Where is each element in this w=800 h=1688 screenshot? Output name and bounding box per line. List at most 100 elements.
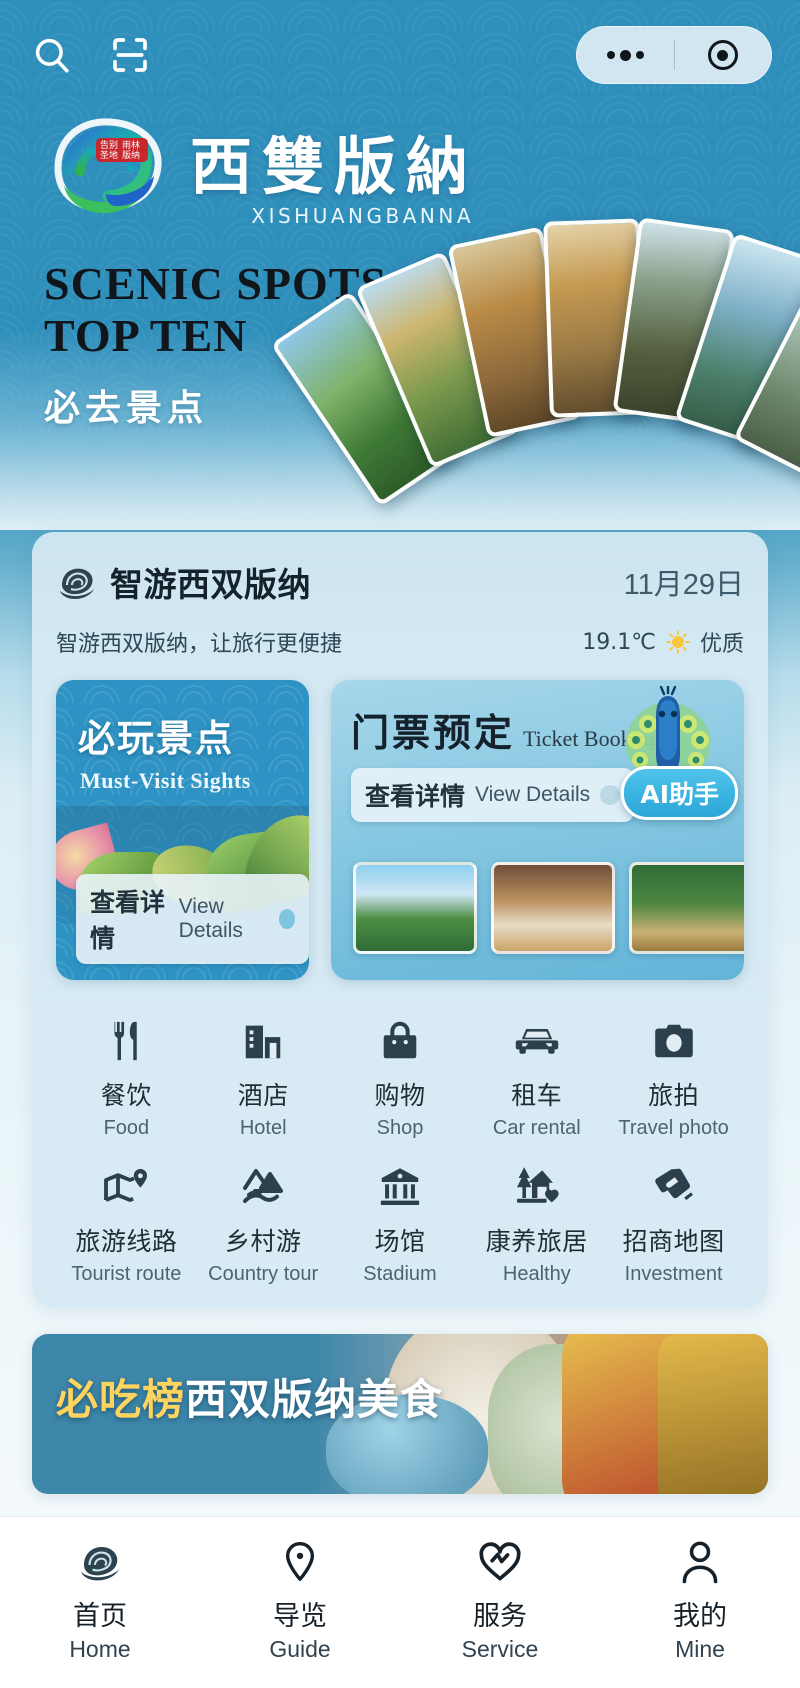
mountain-icon [239,1160,287,1210]
card-date: 11月29日 [623,569,744,601]
app-rose-logo [56,563,98,601]
grid-label-cn: 招商地图 [622,1227,725,1256]
air-quality-label: 优质 [699,632,744,657]
rose-home-icon [77,1539,123,1585]
tab-home[interactable]: 首页 Home [0,1539,200,1663]
grid-item-car-rental[interactable]: 租车 Car rental [468,1014,605,1140]
weather-widget[interactable]: 19.1℃ 优质 [582,626,744,658]
grid-label-cn: 酒店 [237,1081,289,1110]
person-icon [680,1539,720,1585]
svg-text:圣地: 圣地 [100,149,118,161]
grid-label-en: Car rental [492,1117,581,1139]
more-dots-icon[interactable] [577,27,674,83]
map-pin-icon [102,1160,150,1210]
thumbnail-image[interactable] [629,862,744,954]
tab-mine[interactable]: 我的 Mine [600,1539,800,1663]
food-banner-title: 必吃榜西双版纳美食 [56,1366,443,1427]
grid-label-en: Shop [376,1117,424,1139]
food-banner-highlight: 必吃榜 [56,1375,186,1424]
view-details-button[interactable]: 查看详情 View Details [351,768,635,822]
tab-guide[interactable]: 导览 Guide [200,1539,400,1663]
grid-label-cn: 乡村游 [224,1227,302,1256]
home-main-card: 智游西双版纳 11月29日 智游西双版纳，让旅行更便捷 19.1℃ 优质 必玩景… [32,532,768,1308]
grid-item-tourist-route[interactable]: 旅游线路 Tourist route [58,1160,195,1286]
grid-item-investment[interactable]: 招商地图 Investment [605,1160,742,1286]
camera-icon [651,1014,697,1064]
grid-label-en: Travel photo [618,1117,729,1139]
view-details-label-en: View Details [178,895,243,942]
grid-item-stadium[interactable]: 场馆 Stadium [332,1160,469,1286]
bottom-tab-bar: 首页 Home 导览 Guide 服务 Service 我的 Mine [0,1516,800,1688]
grid-item-healthy[interactable]: 康养旅居 Healthy [468,1160,605,1286]
ai-assistant-badge[interactable]: AI助手 [621,766,738,820]
scan-icon[interactable] [106,31,154,79]
grid-label-cn: 场馆 [374,1227,426,1256]
target-circle-icon[interactable] [675,27,772,83]
food-banner[interactable]: 必吃榜西双版纳美食 [32,1334,768,1494]
view-details-label-cn: 查看详情 [90,888,166,953]
grid-label-en: Stadium [363,1263,437,1285]
arrow-right-icon [279,909,295,929]
sun-icon [666,630,690,654]
view-details-button[interactable]: 查看详情 View Details [76,874,309,964]
grid-item-food[interactable]: 餐饮 Food [58,1014,195,1140]
tab-service[interactable]: 服务 Service [400,1539,600,1663]
xishuangbanna-peacock-logo: 告别 雨林 圣地 版纳 [44,110,172,230]
top-navigation-bar [0,0,800,110]
grid-label-cn: 租车 [511,1081,563,1110]
tab-label-en: Guide [269,1636,331,1662]
svg-text:告别: 告别 [100,139,118,151]
weather-temperature: 19.1℃ [582,629,656,655]
tab-label-en: Home [69,1636,131,1662]
service-icon-grid: 餐饮 Food 酒店 Hotel 购物 Shop 租车 Car rental 旅… [56,1014,744,1286]
thumbnail-image[interactable] [491,862,615,954]
feature-title-en: Must-Visit Sights [80,768,251,793]
tab-label-cn: 导览 [273,1601,327,1632]
brand-name-cn: 西雙版納 [190,130,479,203]
tab-label-en: Service [461,1636,539,1662]
view-details-label-cn: 查看详情 [365,782,466,811]
car-icon [513,1014,561,1064]
grid-item-travel-photo[interactable]: 旅拍 Travel photo [605,1014,742,1140]
hero-banner: 告别 雨林 圣地 版纳 西雙版納 XISHUANGBANNA SCENIC SPOT… [0,110,800,510]
shopping-bag-icon [377,1014,423,1064]
feature-card-row: 必玩景点 Must-Visit Sights 查看详情 View Details [56,680,744,980]
card-subtitle: 智游西双版纳，让旅行更便捷 [56,632,343,657]
food-banner-rest: 西双版纳美食 [185,1375,444,1424]
grid-item-shop[interactable]: 购物 Shop [332,1014,469,1140]
grid-label-cn: 餐饮 [100,1081,152,1110]
grid-label-cn: 康养旅居 [485,1227,588,1256]
grid-label-cn: 旅拍 [648,1081,700,1110]
card-header: 智游西双版纳 11月29日 [56,558,744,606]
building-icon [240,1014,286,1064]
grid-item-hotel[interactable]: 酒店 Hotel [195,1014,332,1140]
tab-label-cn: 首页 [73,1601,127,1632]
view-details-label-en: View Details [475,783,591,806]
app-screen: 告别 雨林 圣地 版纳 西雙版納 XISHUANGBANNA SCENIC SPOT… [0,0,800,1688]
card-subtitle-row: 智游西双版纳，让旅行更便捷 19.1℃ 优质 [56,626,744,658]
card-title: 智游西双版纳 [110,565,311,604]
tab-label-en: Mine [675,1636,725,1662]
house-tree-heart-icon [513,1160,561,1210]
grid-item-country-tour[interactable]: 乡村游 Country tour [195,1160,332,1286]
search-icon[interactable] [28,31,76,79]
heart-service-icon [477,1539,523,1585]
museum-icon [377,1160,423,1210]
tab-label-cn: 我的 [673,1601,727,1632]
handshake-icon [650,1160,698,1210]
grid-label-cn: 旅游线路 [75,1227,178,1256]
grid-label-cn: 购物 [374,1081,426,1110]
wechat-capsule-menu [576,26,772,84]
grid-label-en: Investment [624,1263,723,1285]
map-pin-icon [279,1539,321,1585]
grid-label-en: Healthy [502,1263,571,1285]
tab-label-cn: 服务 [473,1601,527,1632]
grid-label-en: Hotel [239,1117,287,1139]
feature-card-must-visit[interactable]: 必玩景点 Must-Visit Sights 查看详情 View Details [56,680,309,980]
feature-card-ticket-booking[interactable]: 门票预定 Ticket Booking AI助手 查看详情 View Detail… [331,680,744,980]
photo-fan-decor [270,206,800,507]
feature-title-cn: 门票预定 [351,713,516,755]
fork-knife-icon [103,1014,149,1064]
thumbnail-image[interactable] [353,862,477,954]
grid-label-en: Food [103,1117,150,1139]
